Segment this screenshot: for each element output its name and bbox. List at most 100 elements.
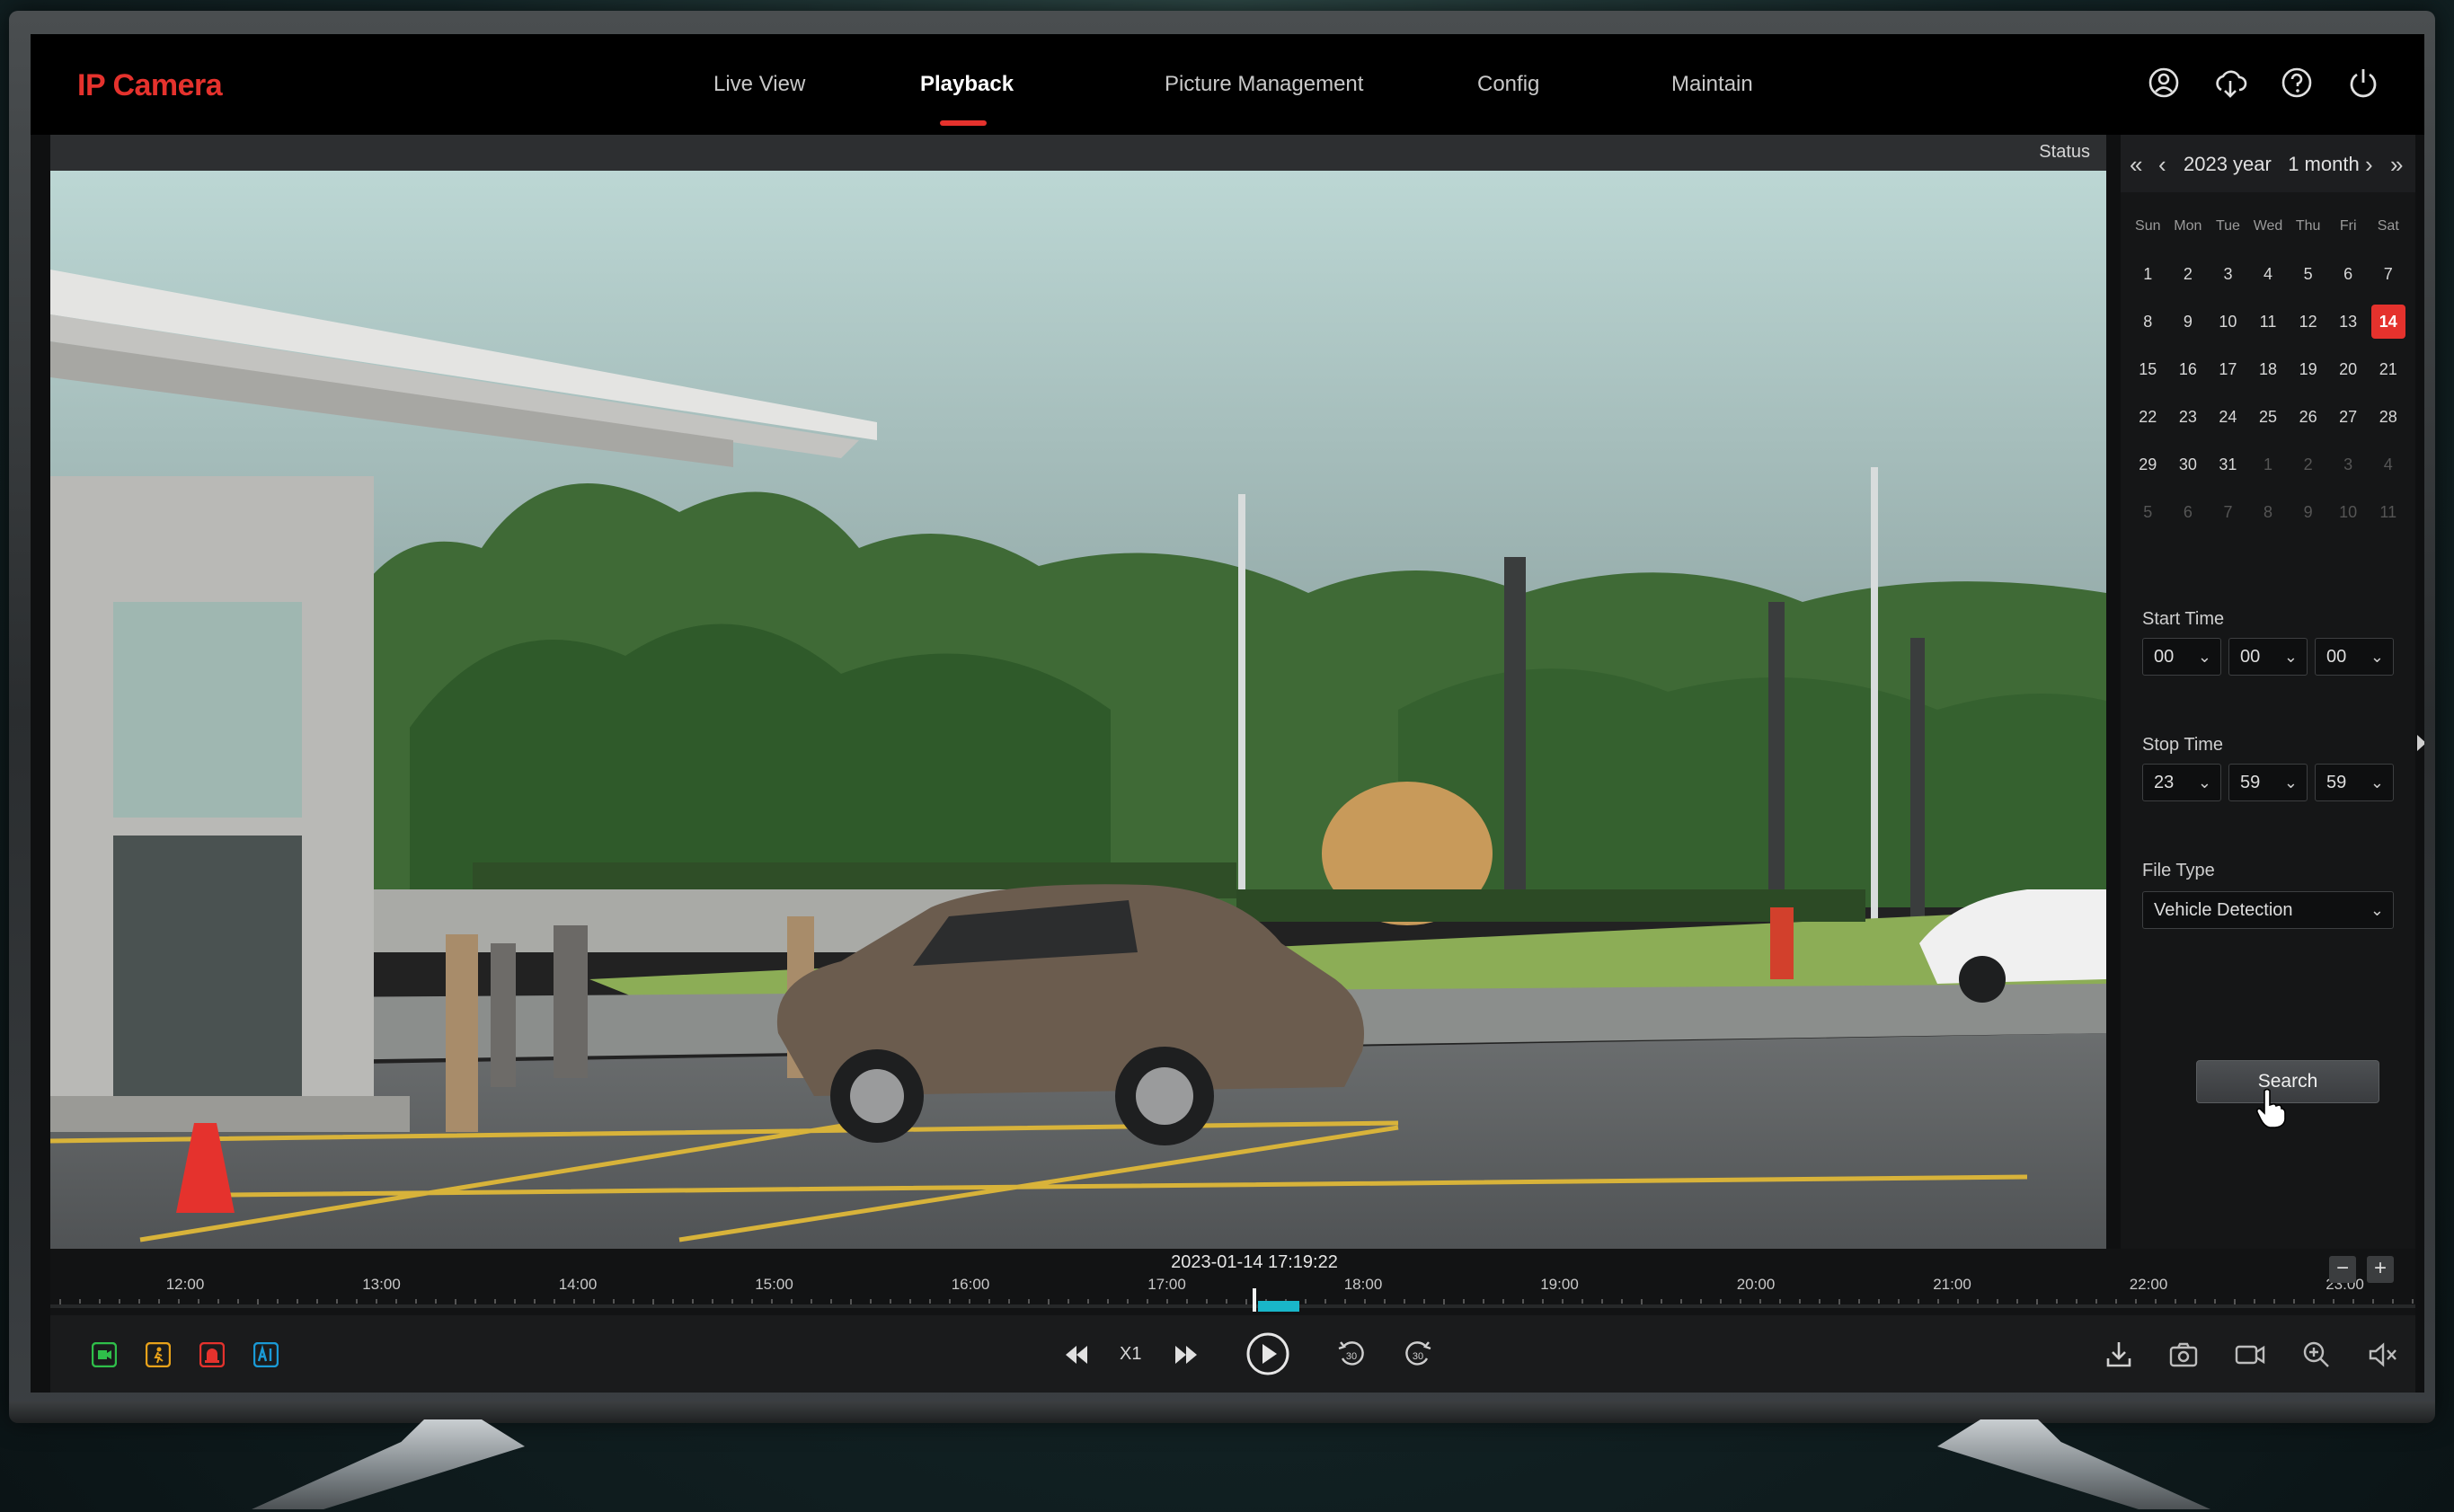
- calendar-day[interactable]: 5: [2128, 494, 2168, 542]
- calendar-day[interactable]: 18: [2248, 351, 2289, 399]
- nav-config[interactable]: Config: [1477, 72, 1539, 97]
- calendar-day[interactable]: 20: [2328, 351, 2369, 399]
- calendar-day[interactable]: 3: [2208, 256, 2248, 304]
- timeline-playhead[interactable]: [1253, 1288, 1256, 1312]
- calendar-day[interactable]: 6: [2328, 256, 2369, 304]
- calendar-day[interactable]: 26: [2288, 399, 2328, 447]
- calendar-day[interactable]: 29: [2128, 447, 2168, 494]
- play-icon[interactable]: [1244, 1330, 1292, 1378]
- calendar-day[interactable]: 31: [2208, 447, 2248, 494]
- svg-text:30: 30: [1346, 1351, 1357, 1362]
- calendar-day[interactable]: 16: [2168, 351, 2209, 399]
- timeline-hour-label: 12:00: [165, 1276, 205, 1293]
- nav-picture-management[interactable]: Picture Management: [1165, 72, 1363, 97]
- recording-segment[interactable]: [1258, 1301, 1299, 1312]
- calendar-day-label: 13: [2339, 313, 2358, 331]
- download-icon[interactable]: [2099, 1335, 2139, 1375]
- calendar-day[interactable]: 9: [2288, 494, 2328, 542]
- timeline-track[interactable]: [50, 1304, 2415, 1308]
- calendar-day[interactable]: 14: [2368, 304, 2408, 351]
- video-clip-icon[interactable]: [2230, 1335, 2270, 1375]
- stop-minute-value: 59: [2240, 773, 2261, 792]
- help-icon[interactable]: [2277, 63, 2317, 102]
- calendar-day[interactable]: 8: [2248, 494, 2289, 542]
- timeline-tick: [316, 1299, 318, 1304]
- zoom-in-icon[interactable]: [2297, 1335, 2336, 1375]
- calendar-week-row: 29 30 31 1 2 3 4: [2128, 447, 2408, 494]
- calendar-day[interactable]: 5: [2288, 256, 2328, 304]
- motion-record-filter-icon[interactable]: [146, 1342, 171, 1367]
- calendar-day[interactable]: 1: [2248, 447, 2289, 494]
- timeline-zoom-in-button[interactable]: +: [2367, 1256, 2394, 1283]
- mute-speaker-icon[interactable]: [2363, 1335, 2403, 1375]
- calendar-day[interactable]: 22: [2128, 399, 2168, 447]
- calendar-day[interactable]: 25: [2248, 399, 2289, 447]
- calendar-day[interactable]: 1: [2128, 256, 2168, 304]
- power-icon[interactable]: [2343, 63, 2383, 102]
- calendar-day[interactable]: 11: [2248, 304, 2289, 351]
- timeline-tick: [237, 1299, 239, 1304]
- nav-playback[interactable]: Playback: [920, 72, 1014, 97]
- calendar-day[interactable]: 9: [2168, 304, 2209, 351]
- start-hour-select[interactable]: 00 ⌄: [2142, 638, 2221, 676]
- calendar-next-month-button[interactable]: ›: [2365, 151, 2373, 179]
- start-second-select[interactable]: 00 ⌄: [2315, 638, 2394, 676]
- timeline-tick: [2254, 1299, 2255, 1304]
- calendar-day[interactable]: 2: [2168, 256, 2209, 304]
- nav-live-view[interactable]: Live View: [713, 72, 805, 97]
- calendar-next-year-button[interactable]: »: [2390, 151, 2403, 179]
- normal-record-filter-icon[interactable]: [92, 1342, 117, 1367]
- timeline-tick: [791, 1299, 793, 1304]
- calendar-day[interactable]: 4: [2368, 447, 2408, 494]
- calendar-day[interactable]: 10: [2328, 494, 2369, 542]
- alarm-record-filter-icon[interactable]: [199, 1342, 225, 1367]
- calendar-day[interactable]: 15: [2128, 351, 2168, 399]
- calendar-day[interactable]: 4: [2248, 256, 2289, 304]
- timeline-tick: [1483, 1299, 1484, 1304]
- snapshot-camera-icon[interactable]: [2164, 1335, 2203, 1375]
- calendar-day[interactable]: 12: [2288, 304, 2328, 351]
- calendar-day[interactable]: 21: [2368, 351, 2408, 399]
- calendar-day[interactable]: 2: [2288, 447, 2328, 494]
- calendar-prev-month-button[interactable]: ‹: [2158, 151, 2166, 179]
- cloud-download-icon[interactable]: [2210, 63, 2250, 102]
- nav-maintain[interactable]: Maintain: [1671, 72, 1753, 97]
- hand-cursor-icon: [2256, 1088, 2286, 1128]
- calendar-day[interactable]: 13: [2328, 304, 2369, 351]
- calendar-day[interactable]: 6: [2168, 494, 2209, 542]
- calendar-day[interactable]: 30: [2168, 447, 2209, 494]
- stop-hour-select[interactable]: 23 ⌄: [2142, 764, 2221, 801]
- skip-forward-30s-icon[interactable]: 30: [1398, 1335, 1438, 1375]
- calendar-day[interactable]: 7: [2368, 256, 2408, 304]
- panel-collapse-arrow-icon[interactable]: [2415, 733, 2424, 753]
- playback-timeline[interactable]: 2023-01-14 17:19:22 12:00 13:00 14:00 15:00…: [50, 1249, 2415, 1315]
- timeline-zoom-out-button[interactable]: −: [2329, 1256, 2356, 1283]
- user-icon[interactable]: [2144, 63, 2184, 102]
- stop-second-select[interactable]: 59 ⌄: [2315, 764, 2394, 801]
- calendar-day[interactable]: 27: [2328, 399, 2369, 447]
- timeline-hour-label: 21:00: [1933, 1276, 1971, 1293]
- calendar-day[interactable]: 19: [2288, 351, 2328, 399]
- calendar-day[interactable]: 28: [2368, 399, 2408, 447]
- calendar-day[interactable]: 10: [2208, 304, 2248, 351]
- skip-back-30s-icon[interactable]: 30: [1332, 1335, 1371, 1375]
- calendar-day[interactable]: 17: [2208, 351, 2248, 399]
- video-playback-area[interactable]: Status: [50, 135, 2106, 1249]
- calendar-prev-year-button[interactable]: «: [2130, 151, 2142, 179]
- calendar-day[interactable]: 11: [2368, 494, 2408, 542]
- calendar-day[interactable]: 23: [2168, 399, 2209, 447]
- timeline-tick: [138, 1299, 140, 1304]
- rewind-icon[interactable]: [1057, 1335, 1096, 1375]
- file-type-select[interactable]: Vehicle Detection ⌄: [2142, 891, 2394, 929]
- search-button[interactable]: Search: [2196, 1060, 2379, 1103]
- calendar-day[interactable]: 8: [2128, 304, 2168, 351]
- calendar-day[interactable]: 7: [2208, 494, 2248, 542]
- status-label[interactable]: Status: [2039, 142, 2090, 163]
- calendar-day[interactable]: 24: [2208, 399, 2248, 447]
- start-minute-select[interactable]: 00 ⌄: [2228, 638, 2308, 676]
- fast-forward-icon[interactable]: [1166, 1335, 1206, 1375]
- calendar-day[interactable]: 3: [2328, 447, 2369, 494]
- stop-second-value: 59: [2326, 773, 2347, 792]
- stop-minute-select[interactable]: 59 ⌄: [2228, 764, 2308, 801]
- ai-record-filter-icon[interactable]: [253, 1342, 279, 1367]
